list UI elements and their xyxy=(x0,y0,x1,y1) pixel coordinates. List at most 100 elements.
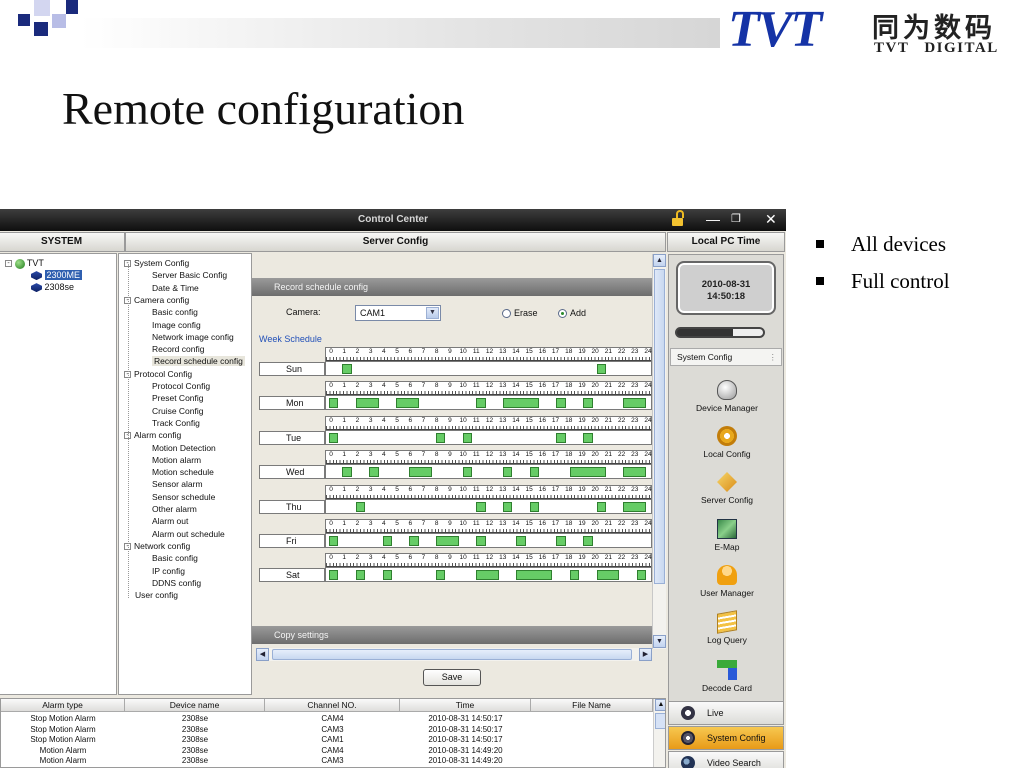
record-block[interactable] xyxy=(583,398,593,409)
lock-icon[interactable] xyxy=(672,210,684,226)
record-block[interactable] xyxy=(342,467,352,478)
alarm-log-scrollbar[interactable]: ▲ xyxy=(653,699,665,767)
table-cell[interactable]: CAM3 xyxy=(265,725,400,735)
record-block[interactable] xyxy=(636,570,646,581)
record-block[interactable] xyxy=(436,536,459,546)
table-cell[interactable]: CAM4 xyxy=(265,746,400,756)
config-tree-item[interactable]: DDNS config xyxy=(152,578,201,589)
decode-card-item[interactable]: Decode Card xyxy=(669,660,785,693)
record-block[interactable] xyxy=(355,501,366,512)
record-block[interactable] xyxy=(596,364,606,374)
table-cell[interactable]: 2010-08-31 14:50:17 xyxy=(400,735,531,745)
chevron-down-icon[interactable]: ▼ xyxy=(426,307,439,319)
record-block[interactable] xyxy=(596,501,606,512)
config-tree-item[interactable]: Motion Detection xyxy=(152,443,216,454)
add-radio[interactable]: Add xyxy=(558,308,586,319)
table-cell[interactable]: 2308se xyxy=(125,725,265,735)
tab-system-config[interactable]: System Config xyxy=(668,726,784,750)
record-block[interactable] xyxy=(596,570,620,581)
erase-radio[interactable]: Erase xyxy=(502,308,538,319)
window-titlebar[interactable]: Control Center — ❐ ✕ xyxy=(0,209,786,231)
record-block[interactable] xyxy=(395,398,419,409)
record-block[interactable] xyxy=(355,398,379,409)
record-block[interactable] xyxy=(529,467,539,478)
log-query-item[interactable]: Log Query xyxy=(669,610,785,645)
record-block[interactable] xyxy=(476,536,486,546)
config-tree-item[interactable]: Basic config xyxy=(152,307,198,318)
table-cell[interactable]: 2308se xyxy=(125,714,265,724)
server-config-item[interactable]: Server Config xyxy=(669,472,785,505)
column-header[interactable]: Channel NO. xyxy=(265,699,400,712)
record-block[interactable] xyxy=(382,536,392,546)
record-block[interactable] xyxy=(462,467,473,478)
table-cell[interactable] xyxy=(531,714,653,724)
scroll-up-icon[interactable]: ▲ xyxy=(655,699,665,711)
close-icon[interactable]: ✕ xyxy=(765,212,777,226)
table-cell[interactable]: CAM1 xyxy=(265,735,400,745)
record-block[interactable] xyxy=(556,398,566,409)
config-tree-item[interactable]: Protocol Config xyxy=(152,381,210,392)
config-tree-group[interactable]: - Network config xyxy=(124,541,190,552)
table-cell[interactable]: Stop Motion Alarm xyxy=(1,714,125,724)
copy-settings-bar[interactable]: Copy settings xyxy=(252,626,652,644)
schedule-track[interactable] xyxy=(325,533,652,548)
schedule-track[interactable] xyxy=(325,498,652,514)
table-cell[interactable] xyxy=(531,746,653,756)
table-cell[interactable]: Motion Alarm xyxy=(1,746,125,756)
record-block[interactable] xyxy=(329,398,339,409)
record-block[interactable] xyxy=(476,570,499,581)
config-tree-group[interactable]: - System Config xyxy=(124,258,189,269)
record-block[interactable] xyxy=(516,570,553,581)
e-map-item[interactable]: E-Map xyxy=(669,519,785,552)
config-tree-item[interactable]: Cruise Config xyxy=(152,406,204,417)
tree-node-device[interactable]: 2308se xyxy=(31,282,74,293)
tab-video-search[interactable]: Video Search xyxy=(668,751,784,768)
minimize-icon[interactable]: — xyxy=(706,212,720,226)
schedule-track[interactable] xyxy=(325,464,652,480)
record-block[interactable] xyxy=(623,398,646,409)
record-block[interactable] xyxy=(623,467,646,478)
local-config-item[interactable]: Local Config xyxy=(669,426,785,459)
camera-select[interactable]: CAM1 ▼ xyxy=(355,305,441,321)
table-cell[interactable] xyxy=(531,735,653,745)
config-tree-item[interactable]: Other alarm xyxy=(152,504,197,515)
table-cell[interactable]: 2010-08-31 14:49:20 xyxy=(400,746,531,756)
column-header[interactable]: File Name xyxy=(531,699,653,712)
record-block[interactable] xyxy=(569,467,606,478)
record-block[interactable] xyxy=(329,570,339,581)
scrollbar-thumb[interactable] xyxy=(272,649,632,660)
column-header[interactable]: Device name xyxy=(125,699,265,712)
scroll-up-icon[interactable]: ▲ xyxy=(653,254,666,267)
record-block[interactable] xyxy=(516,536,526,546)
config-tree-group[interactable]: User config xyxy=(135,590,178,601)
config-tree-item[interactable]: Server Basic Config xyxy=(152,270,227,281)
record-block[interactable] xyxy=(502,501,513,512)
record-block[interactable] xyxy=(329,432,339,443)
config-tree-item[interactable]: Alarm out schedule xyxy=(152,529,225,540)
record-block[interactable] xyxy=(436,570,446,581)
vertical-scrollbar[interactable]: ▲ ▼ xyxy=(652,254,666,649)
scrollbar-thumb[interactable] xyxy=(654,269,665,584)
record-block[interactable] xyxy=(462,432,473,443)
config-tree-item[interactable]: Preset Config xyxy=(152,393,204,404)
record-block[interactable] xyxy=(329,536,339,546)
config-tree-item[interactable]: Motion alarm xyxy=(152,455,201,466)
record-block[interactable] xyxy=(502,467,513,478)
config-tree-item[interactable]: Record schedule config xyxy=(152,356,245,367)
config-tree-item[interactable]: Motion schedule xyxy=(152,467,214,478)
record-block[interactable] xyxy=(436,432,446,443)
table-cell[interactable]: 2010-08-31 14:50:17 xyxy=(400,714,531,724)
table-cell[interactable]: 2308se xyxy=(125,735,265,745)
record-block[interactable] xyxy=(476,501,486,512)
config-tree-item[interactable]: Date & Time xyxy=(152,283,199,294)
record-block[interactable] xyxy=(382,570,392,581)
scroll-down-icon[interactable]: ▼ xyxy=(653,635,666,648)
table-cell[interactable] xyxy=(531,725,653,735)
config-tree-item[interactable]: Network image config xyxy=(152,332,234,343)
record-block[interactable] xyxy=(409,467,432,478)
record-block[interactable] xyxy=(623,501,646,512)
config-tree-item[interactable]: Sensor schedule xyxy=(152,492,215,503)
config-tree-group[interactable]: - Camera config xyxy=(124,295,189,306)
config-tree-item[interactable]: Alarm out xyxy=(152,516,188,527)
scroll-right-icon[interactable]: ▶ xyxy=(639,648,652,661)
